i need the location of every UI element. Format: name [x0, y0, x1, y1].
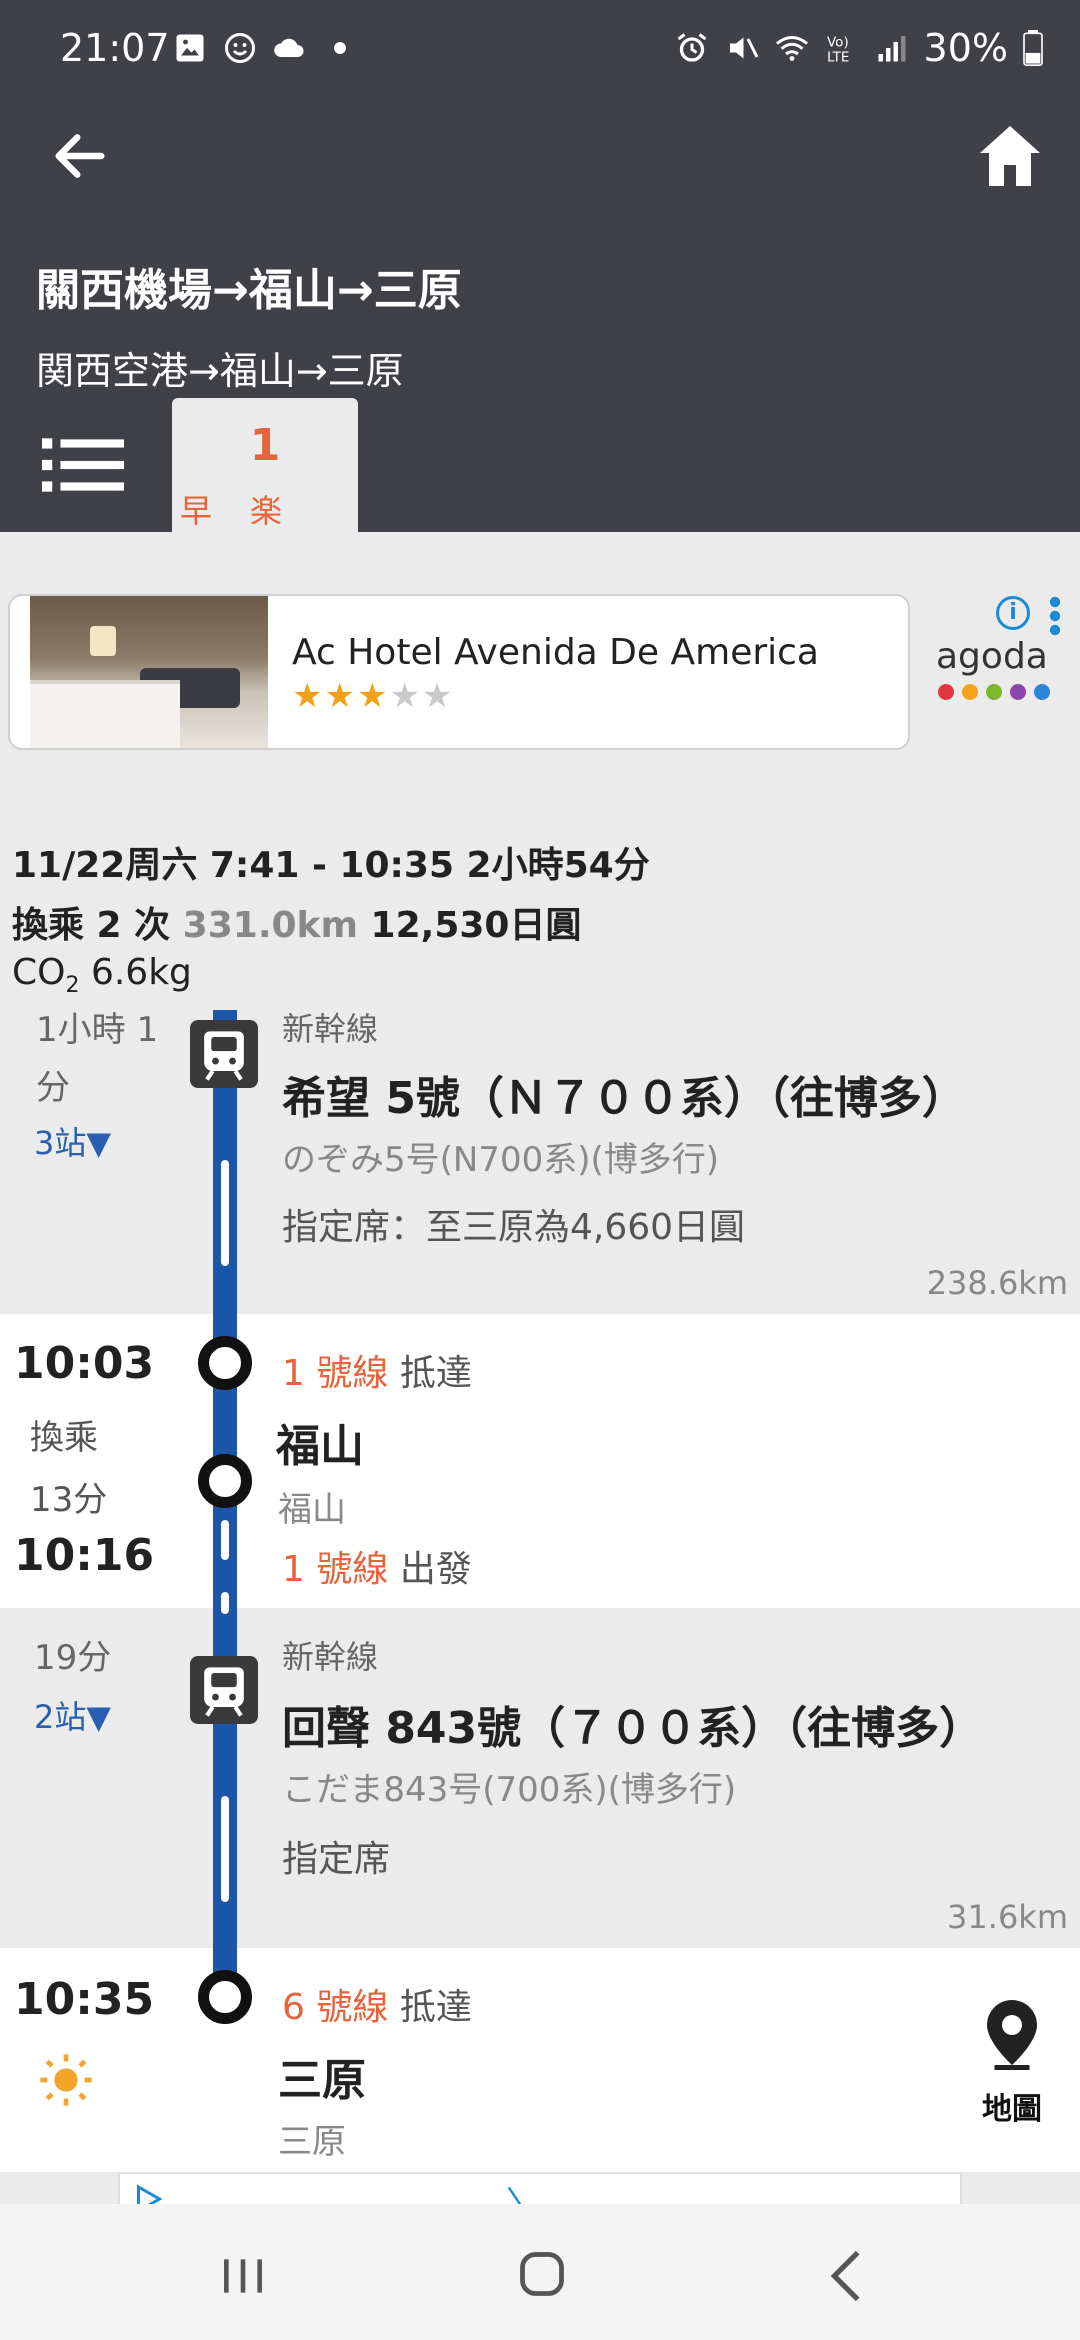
- arrival-station-name-jp: 三原: [278, 2122, 346, 2162]
- route-line-dash: [221, 1796, 229, 1902]
- total-distance: 331.0km: [182, 905, 358, 946]
- route-subtitle: 関西空港→福山→三原: [36, 349, 404, 393]
- transfer-depart-track: 1 號線 出發: [282, 1549, 472, 1590]
- list-menu-icon[interactable]: [42, 438, 124, 492]
- agoda-logo-dots: [938, 684, 1050, 700]
- segment1-train-name-jp: のぞみ5号(N700系)(博多行): [282, 1140, 720, 1180]
- status-right-icons: Vo) LTE 30%: [674, 26, 1044, 70]
- wifi-icon: [775, 36, 808, 61]
- segment2-train-name-jp: こだま843号(700系)(博多行): [282, 1770, 737, 1810]
- tab-label: 早楽: [180, 492, 321, 530]
- app-header: 21:07 Vo) LTE 30% 關西機場→福山→三原 関西空港→福山→三原: [0, 0, 1080, 398]
- segment2-train-name: 回聲 843號（７００系）（往博多）: [282, 1703, 984, 1754]
- route-line-dash: [221, 1160, 229, 1266]
- back-nav-icon[interactable]: [826, 2248, 866, 2304]
- tab-route-1[interactable]: 1 早楽: [172, 398, 358, 532]
- transfer-fukuyama: 10:03 換乘 13分 10:16 1 號線 抵達 福山 福山 1 號線 出發: [0, 1314, 1080, 1608]
- train-icon: [190, 1656, 258, 1724]
- svg-text:Vo): Vo): [827, 35, 849, 51]
- segment1-distance: 238.6km: [926, 1264, 1068, 1302]
- transfer-wait: 13分: [30, 1480, 108, 1520]
- arrival-track: 6 號線 抵達: [282, 1987, 472, 2028]
- transfer-station-name: 福山: [276, 1421, 364, 1472]
- stop-dot-arrive: [198, 1336, 252, 1390]
- segment-shinkansen-1: 1小時 1 分 3站▼ 新幹線 希望 5號（Ｎ７００系）（往博多） のぞみ5号(…: [0, 1010, 1080, 1314]
- hotel-ad-banner[interactable]: Ac Hotel Avenida De America ★★★★★: [8, 594, 910, 750]
- transfer-depart-time: 10:16: [14, 1530, 155, 1581]
- trip-summary: 換乘 2 次 331.0km 12,530日圓: [12, 896, 581, 948]
- mute-icon: [729, 37, 758, 59]
- ad-hotel-name: Ac Hotel Avenida De America: [292, 632, 819, 673]
- status-time: 21:07: [60, 26, 170, 70]
- agoda-logo: agoda: [936, 636, 1048, 677]
- map-button[interactable]: 地圖: [972, 2000, 1052, 2130]
- segment1-line-type: 新幹線: [282, 1010, 379, 1048]
- hotel-photo: [30, 596, 268, 748]
- location-pin-icon: [987, 2000, 1037, 2070]
- transfer-label: 換乘: [30, 1418, 98, 1458]
- segment1-train-name: 希望 5號（Ｎ７００系）（往博多）: [282, 1073, 966, 1124]
- segment-shinkansen-2: 19分 2站▼ 新幹線 回聲 843號（７００系）（往博多） こだま843号(7…: [0, 1608, 1080, 1948]
- signal-icon: [878, 36, 906, 62]
- home-nav-icon[interactable]: [516, 2248, 568, 2300]
- arrival-mihara: 10:35 6 號線 抵達 三原 三原: [0, 1948, 1080, 2172]
- segment1-stations-toggle[interactable]: 3站▼: [34, 1118, 111, 1164]
- stop-dot-depart: [198, 1454, 252, 1508]
- segment2-duration: 19分: [34, 1638, 112, 1678]
- ad-info-icon[interactable]: i: [996, 596, 1030, 630]
- arrival-time: 10:35: [14, 1974, 155, 2025]
- home-icon[interactable]: [974, 118, 1046, 194]
- transfer-arrive-track: 1 號線 抵達: [282, 1353, 472, 1394]
- dot-icon: [334, 42, 346, 54]
- segment2-seat-info: 指定席: [282, 1839, 391, 1880]
- transfer-station-name-jp: 福山: [278, 1490, 346, 1530]
- ad-star-rating: ★★★★★: [292, 676, 455, 716]
- status-notification-icons: [172, 30, 358, 66]
- volte-icon: Vo)LTE: [827, 35, 849, 66]
- train-icon: [190, 1020, 258, 1088]
- trip-date-time: 11/22周六 7:41 - 10:35 2小時54分: [12, 845, 650, 886]
- tab-bar: 1 早楽: [0, 398, 1080, 532]
- arrival-station-name: 三原: [278, 2055, 366, 2106]
- cloud-icon: [274, 38, 304, 57]
- stop-dot-final: [198, 1970, 252, 2024]
- back-arrow-icon[interactable]: [48, 124, 112, 188]
- route-line-dash: [221, 1520, 229, 1560]
- recent-apps-icon[interactable]: [218, 2254, 268, 2298]
- gallery-icon: [176, 34, 204, 62]
- segment1-duration: 1小時 1: [36, 1010, 159, 1050]
- system-nav-bar: [0, 2204, 1080, 2340]
- svg-text:LTE: LTE: [827, 50, 849, 66]
- battery-icon: [1023, 30, 1043, 66]
- route-line-dash: [221, 1592, 229, 1614]
- tab-number: 1: [249, 420, 281, 471]
- segment2-line-type: 新幹線: [282, 1638, 379, 1676]
- segment2-distance: 31.6km: [947, 1898, 1068, 1936]
- sunny-icon: [40, 2054, 92, 2106]
- transfer-arrive-time: 10:03: [14, 1338, 155, 1389]
- segment1-duration-unit: 分: [36, 1068, 70, 1108]
- route-title: 關西機場→福山→三原: [36, 265, 462, 316]
- battery-percent: 30%: [923, 26, 1008, 70]
- map-label: 地圖: [982, 2092, 1042, 2127]
- alarm-icon: [677, 33, 706, 62]
- co2-emission: CO2 6.6kg: [12, 952, 192, 999]
- ad-more-icon[interactable]: [1048, 596, 1062, 636]
- smiley-icon: [225, 33, 255, 63]
- segment2-stations-toggle[interactable]: 2站▼: [34, 1692, 111, 1738]
- transfer-count: 換乘 2 次: [12, 905, 171, 946]
- segment1-seat-fare: 指定席：至三原為4,660日圓: [282, 1207, 746, 1248]
- total-fare: 12,530日圓: [370, 905, 582, 946]
